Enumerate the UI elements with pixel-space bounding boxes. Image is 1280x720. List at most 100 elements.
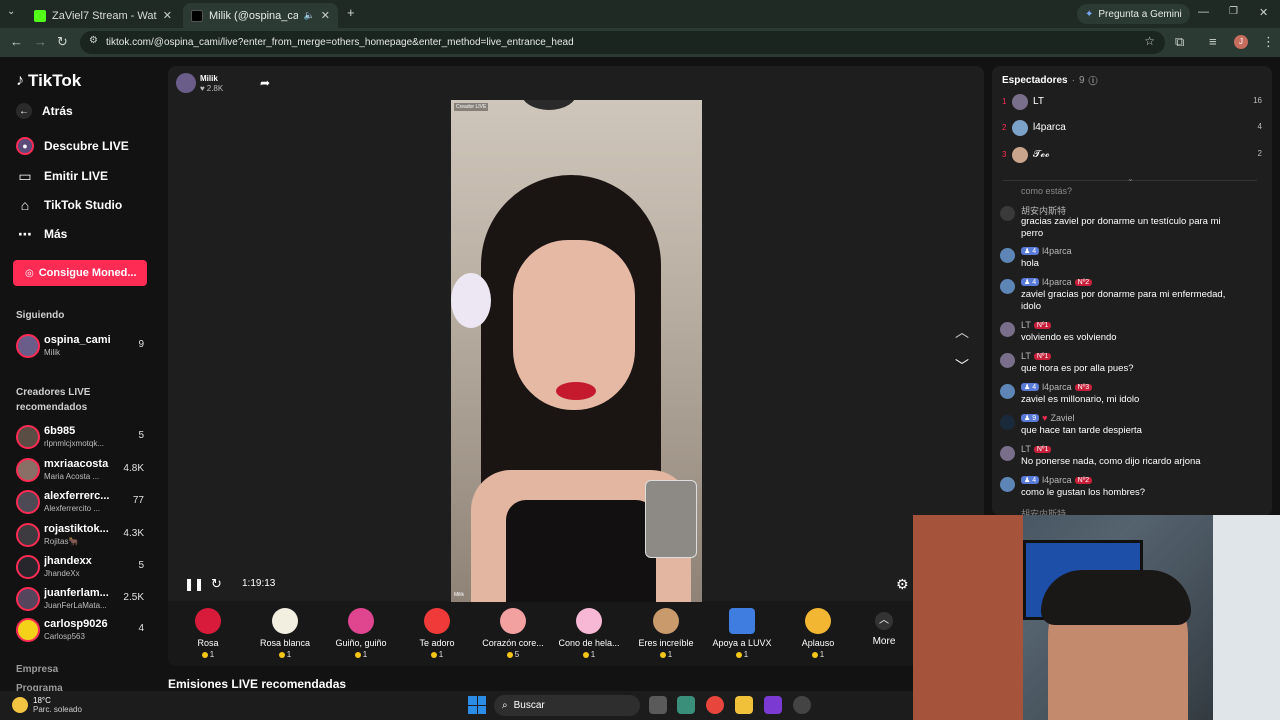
viewer-row[interactable]: 1 LT 16: [1002, 93, 1262, 113]
close-window-icon[interactable]: ✕: [1259, 6, 1268, 19]
rank-badge: Nº1: [1033, 321, 1052, 329]
gift-apoya-luvx[interactable]: Apoya a LUVX 1: [707, 608, 777, 659]
gift-price-value: 1: [667, 650, 673, 659]
close-tab-icon[interactable]: ✕: [321, 9, 330, 22]
taskbar-search[interactable]: ⌕ Buscar: [494, 695, 640, 716]
speaker-icon[interactable]: 🔈: [304, 10, 315, 21]
viewers-count: 9: [1078, 75, 1085, 86]
gift-te-adoro[interactable]: Te adoro 1: [402, 608, 472, 659]
get-coins-button[interactable]: ◎ Consigue Moned...: [13, 260, 147, 286]
wall-clock-shape: [521, 100, 577, 110]
back-arrow-icon[interactable]: ←: [10, 34, 23, 49]
next-stream-icon[interactable]: ﹀: [955, 356, 969, 376]
coin-icon: [430, 651, 437, 658]
minimize-icon[interactable]: —: [1198, 6, 1209, 18]
app-icon[interactable]: [764, 696, 782, 714]
viewer-name: LT: [1033, 96, 1044, 107]
bookmark-star-icon[interactable]: ☆: [1144, 34, 1155, 48]
tab-zaviel[interactable]: ZaViel7 Stream - Watch Live on ✕: [26, 3, 180, 28]
avatar: [1000, 415, 1015, 430]
creator-name: ospina_cami: [44, 334, 111, 346]
footer-link-empresa[interactable]: Empresa: [16, 662, 58, 677]
chat-username: l4parca: [1042, 246, 1072, 256]
start-tile: [468, 705, 477, 714]
avatar: [16, 587, 40, 611]
media-control-icon[interactable]: ≡: [1209, 34, 1217, 49]
get-coins-label: Consigue Moned...: [38, 267, 137, 279]
rose-icon: [195, 608, 221, 634]
widgets-icon[interactable]: [677, 696, 695, 714]
nav-tiktok-studio[interactable]: ⌂ TikTok Studio: [16, 196, 122, 214]
extensions-icon[interactable]: ⧉: [1175, 34, 1184, 50]
gift-aplauso[interactable]: Aplauso 1: [783, 608, 853, 659]
tab-list-icon[interactable]: ⌄: [7, 6, 15, 17]
start-windows-icon[interactable]: [468, 696, 486, 714]
gift-rosa[interactable]: Rosa 1: [173, 608, 243, 659]
chat-text: zaviel es millonario, mi idolo: [1021, 394, 1140, 405]
host-avatar[interactable]: [176, 73, 196, 93]
gift-price-value: 1: [743, 650, 749, 659]
recommended-item[interactable]: rojastiktok... Rojitas🐂 4.3K: [16, 521, 148, 549]
weather-widget[interactable]: 18°C Parc. soleado: [12, 696, 82, 714]
following-item[interactable]: ospina_cami Milik 9: [16, 332, 148, 360]
nav-emitir-live[interactable]: ▭ Emitir LIVE: [16, 167, 108, 185]
tiktok-note-icon: ♪: [16, 72, 24, 89]
gift-price-value: 5: [514, 650, 520, 659]
recommended-item[interactable]: mxriaacosta Maria Acosta ... 4.8K: [16, 456, 148, 484]
chrome-icon[interactable]: [706, 696, 724, 714]
reload-icon[interactable]: ↻: [57, 34, 68, 50]
back-button[interactable]: ← Atrás: [16, 103, 73, 119]
live-video[interactable]: Creador LIVE Milik: [451, 100, 702, 602]
nav-mas[interactable]: ⋯ Más: [16, 225, 67, 243]
gift-price-value: 1: [819, 650, 825, 659]
site-info-icon[interactable]: ⚙: [89, 35, 98, 46]
pause-icon[interactable]: ❚❚: [184, 577, 204, 591]
expand-chevron-icon[interactable]: ⌄: [1127, 174, 1134, 183]
footer-link-programa[interactable]: Programa: [16, 681, 63, 691]
recommended-item[interactable]: carlosp9026 Carlosp563 4: [16, 616, 148, 644]
obs-icon[interactable]: [793, 696, 811, 714]
restore-icon[interactable]: ❐: [1229, 6, 1238, 17]
gift-rosa-blanca[interactable]: Rosa blanca 1: [250, 608, 320, 659]
nav-descubre-live[interactable]: ● Descubre LIVE: [16, 137, 129, 155]
viewer-row[interactable]: 3 𝓣𝓮𝓸 2: [1002, 146, 1262, 166]
gift-guino[interactable]: Guiño, guiño 1: [326, 608, 396, 659]
new-tab-icon[interactable]: +: [347, 5, 355, 20]
url-text: tiktok.com/@ospina_cami/live?enter_from_…: [106, 37, 574, 48]
rank-badge: Nº2: [1074, 278, 1093, 286]
viewer-count: 9: [138, 339, 144, 350]
guest-pip-video[interactable]: [645, 480, 697, 558]
viewer-row[interactable]: 2 l4parca 4: [1002, 119, 1262, 139]
tiktok-logo[interactable]: ♪ TikTok: [16, 71, 81, 91]
recommended-item[interactable]: alexferrerc... Alexferrercito ... 77: [16, 488, 148, 516]
gift-cono-helado[interactable]: Cono de hela... 1: [554, 608, 624, 659]
close-tab-icon[interactable]: ✕: [163, 9, 172, 22]
chevron-up-icon: ︿: [875, 612, 893, 630]
recommended-item[interactable]: 6b985 rlpnmlcjxmotqk... 5: [16, 423, 148, 451]
avatar: [16, 618, 40, 642]
url-bar[interactable]: ⚙ tiktok.com/@ospina_cami/live?enter_fro…: [80, 31, 1165, 54]
profile-avatar[interactable]: J: [1234, 35, 1248, 49]
avatar: [1000, 477, 1015, 492]
share-icon[interactable]: ➦: [260, 76, 270, 90]
streamer-hair-shape: [1041, 570, 1191, 625]
weather-temp: 18°C: [33, 696, 51, 705]
gift-corazon[interactable]: Corazón core... 5: [478, 608, 548, 659]
gemini-button[interactable]: ✦ Pregunta a Gemini: [1077, 4, 1190, 24]
recommended-item[interactable]: juanferlam... JuanFerLaMata... 2.5K: [16, 585, 148, 613]
task-view-icon[interactable]: [649, 696, 667, 714]
info-icon[interactable]: ⓘ: [1089, 74, 1098, 87]
forward-arrow-icon[interactable]: →: [34, 34, 47, 49]
chat-text: zaviel gracias por donarme para mi enfer…: [1021, 289, 1226, 312]
creator-name: mxriaacosta: [44, 458, 109, 470]
file-explorer-icon[interactable]: [735, 696, 753, 714]
settings-gear-icon[interactable]: ⚙: [896, 576, 909, 593]
tab-tiktok[interactable]: Milik (@ospina_cami) está 🔈 ✕: [183, 3, 338, 28]
refresh-icon[interactable]: ↻: [211, 576, 222, 592]
recommended-item[interactable]: jhandexx JhandeXx 5: [16, 553, 148, 581]
more-gifts-button[interactable]: ︿ More: [868, 612, 900, 647]
host-name[interactable]: Milik: [200, 74, 218, 83]
previous-stream-icon[interactable]: ︿: [955, 322, 969, 342]
menu-kebab-icon[interactable]: ⋮: [1262, 34, 1275, 50]
gift-eres-increible[interactable]: Eres increíble 1: [631, 608, 701, 659]
